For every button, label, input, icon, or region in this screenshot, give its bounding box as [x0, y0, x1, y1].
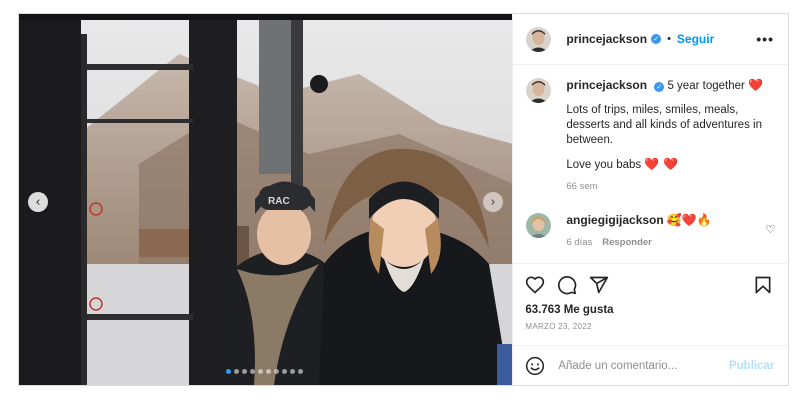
- post-photo: RAC: [19, 14, 513, 385]
- caption-meta: 66 sem: [566, 179, 771, 194]
- caption-title: 5 year together: [667, 80, 745, 92]
- verified-badge-icon: ✓: [651, 34, 662, 44]
- avatar[interactable]: [526, 213, 552, 238]
- carousel-dot: [242, 369, 247, 374]
- svg-text:RAC: RAC: [268, 196, 290, 207]
- comment-bubble-icon[interactable]: [557, 275, 577, 295]
- comment-line: angiegigijackson 🥰❤️🔥: [566, 213, 771, 229]
- instagram-post: RAC ‹ › princejackson ✓ • Seguir ••• pri…: [18, 13, 789, 386]
- comments-list: princejackson ✓ 5 year together ❤️ Lots …: [513, 66, 787, 262]
- author-username[interactable]: princejackson: [566, 32, 647, 46]
- comment-item: angiegigijackson 🥰❤️🔥 6 días Responder ♡: [513, 213, 787, 250]
- caption: princejackson ✓ 5 year together ❤️ Lots …: [513, 66, 787, 194]
- like-heart-icon[interactable]: [525, 275, 545, 295]
- caption-body: princejackson ✓ 5 year together ❤️ Lots …: [566, 78, 771, 194]
- bookmark-icon[interactable]: [753, 275, 773, 295]
- post-date: MARZO 23, 2022: [525, 322, 592, 331]
- comment-age: 6 días: [566, 237, 593, 248]
- carousel-dot: [274, 369, 279, 374]
- carousel-dot: [266, 369, 271, 374]
- emoji-smiley-icon[interactable]: [525, 356, 545, 376]
- post-sidebar: princejackson ✓ • Seguir ••• princejacks…: [512, 14, 788, 385]
- comment-emoji: 🥰❤️🔥: [666, 213, 712, 227]
- publish-button[interactable]: Publicar: [729, 360, 774, 372]
- post-header: princejackson ✓ • Seguir •••: [513, 14, 788, 65]
- comment-body: angiegigijackson 🥰❤️🔥 6 días Responder: [566, 213, 771, 250]
- carousel-dot: [290, 369, 295, 374]
- caption-closing-line: Love you babs ❤️ ❤️: [566, 157, 771, 173]
- avatar[interactable]: [526, 26, 552, 52]
- carousel-dot: [282, 369, 287, 374]
- carousel-dot: [234, 369, 239, 374]
- action-icons: [525, 274, 775, 296]
- chevron-right-icon[interactable]: ›: [483, 192, 503, 212]
- post-actions: 63.763 Me gusta MARZO 23, 2022: [513, 263, 788, 343]
- chevron-left-icon[interactable]: ‹: [28, 192, 48, 212]
- comment-meta: 6 días Responder: [566, 235, 771, 250]
- caption-closing: Love you babs: [566, 159, 642, 171]
- reply-button[interactable]: Responder: [602, 237, 652, 248]
- carousel-dots: [226, 369, 303, 374]
- follow-button[interactable]: Seguir: [677, 32, 714, 46]
- heart-emoji: ❤️ ❤️: [644, 157, 679, 171]
- share-paper-plane-icon[interactable]: [589, 275, 609, 295]
- verified-badge-icon: ✓: [654, 82, 665, 92]
- caption-age: 66 sem: [566, 181, 598, 192]
- separator-dot: •: [667, 33, 671, 45]
- caption-paragraph: Lots of trips, miles, smiles, meals, des…: [566, 104, 762, 146]
- avatar[interactable]: [526, 78, 552, 103]
- likes-count[interactable]: 63.763 Me gusta: [525, 304, 775, 316]
- carousel-dot: [258, 369, 263, 374]
- more-horizontal-icon[interactable]: •••: [756, 31, 774, 47]
- carousel-dot: [250, 369, 255, 374]
- add-comment-bar: Publicar: [513, 345, 788, 385]
- caption-title-line: princejackson ✓ 5 year together ❤️: [566, 78, 771, 94]
- post-media[interactable]: RAC ‹ ›: [19, 14, 513, 385]
- heart-emoji: ❤️: [748, 78, 763, 92]
- carousel-dot: [298, 369, 303, 374]
- comment-like-heart-icon[interactable]: ♡: [765, 223, 775, 236]
- comment-username[interactable]: angiegigijackson: [566, 213, 663, 227]
- carousel-dot: [226, 369, 231, 374]
- caption-username[interactable]: princejackson: [566, 78, 647, 92]
- comment-input[interactable]: [558, 359, 719, 372]
